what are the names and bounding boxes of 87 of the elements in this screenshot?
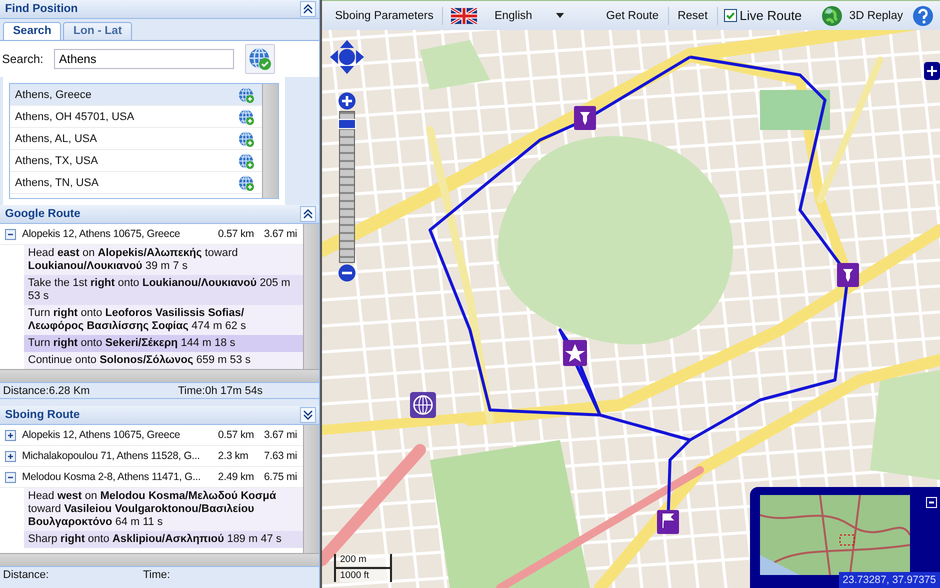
globe-add-icon[interactable] (238, 108, 254, 124)
flag-icon (451, 8, 478, 24)
time-total: Time: (143, 568, 170, 580)
globe-add-icon[interactable] (238, 86, 254, 102)
distance-cell-text: 0.57 km (218, 228, 255, 240)
collapse-icon[interactable] (300, 206, 316, 222)
search-label: Search: (2, 52, 44, 66)
distance-cell-text: 2.49 km (218, 471, 255, 483)
coordinates-label: 23.73287, 37.97375 (838, 572, 940, 588)
globe-add-icon[interactable] (238, 130, 254, 146)
result-item[interactable]: Athens, Greece (10, 84, 262, 106)
pin-marker-icon[interactable] (837, 263, 859, 287)
zoom-in-icon[interactable] (338, 92, 356, 110)
overview-map-drawing[interactable] (760, 495, 910, 575)
route-step[interactable]: Head east on Alopekis/Αλωπεκής toward Loukianou/Λουκιανού 39 m 7 s (24, 245, 303, 275)
replay-button[interactable]: 3D Replay (818, 2, 906, 28)
time-cell-text: 7.63 mi (264, 450, 298, 462)
flag-marker-icon[interactable] (657, 510, 679, 534)
panel-title: Sboing Route (5, 409, 80, 421)
globe-marker-icon[interactable] (410, 392, 436, 418)
time-cell-text: 3.67 mi (264, 228, 298, 240)
vertical-scrollbar[interactable] (303, 425, 319, 553)
expand-row-icon[interactable] (5, 450, 16, 462)
globe-check-icon (248, 47, 272, 71)
result-item[interactable]: Athens, OH 45701, USA (10, 106, 262, 128)
live-route-checkbox[interactable]: Live Route (724, 8, 802, 23)
scale-label: 1000 ft (340, 570, 390, 582)
horizontal-scrollbar[interactable] (0, 553, 319, 566)
route-step[interactable]: Turn right onto Sekeri/Σέκερη 144 m 18 s (24, 335, 303, 352)
collapse-row-icon[interactable] (5, 228, 16, 240)
result-item[interactable]: Athens, AL, USA (10, 128, 262, 150)
address-cell-text: Alopekis 12, Athens 10675, Greece (22, 228, 182, 240)
expand-row-icon[interactable] (5, 430, 16, 440)
globe-add-icon[interactable] (238, 152, 254, 168)
distance-cell-text: 0.57 km (218, 429, 255, 441)
panel-title: Google Route (5, 208, 80, 220)
address-cell-text: Michalakopoulou 71, Athens 11528, G... (22, 450, 201, 462)
route-step[interactable]: Take the 1st right onto Loukianou/Λουκιανού 205 m 53 s (24, 275, 303, 305)
distance-total: Distance:6.28 Km (3, 384, 91, 396)
zoom-slider-thumb[interactable] (338, 119, 356, 129)
vertical-scrollbar[interactable] (262, 84, 278, 198)
vertical-scrollbar[interactable] (303, 224, 319, 369)
address-cell-text: Melodou Kosma 2-8, Athens 11471, G... (22, 471, 202, 483)
minimize-icon[interactable] (926, 497, 937, 508)
route-step[interactable]: Continue onto Solonos/Σόλωνος 659 m 53 s (24, 352, 303, 369)
result-item[interactable]: Athens, TX, USA (10, 150, 262, 172)
star-marker-icon[interactable] (563, 340, 587, 366)
distance-total: Distance: (3, 568, 50, 580)
route-step[interactable]: Turn right onto Leoforos Vasilissis Sofias/Λεωφόρος Βασιλίσσης Σοφίας 474 m 62 s (24, 305, 303, 335)
help-icon[interactable] (912, 4, 934, 26)
address-cell-text: Alopekis 12, Athens 10675, Greece (22, 429, 182, 441)
reset-button[interactable]: Reset (674, 8, 711, 24)
pan-control-icon[interactable] (330, 40, 364, 74)
panel-title: Find Position (5, 3, 78, 15)
result-text: Athens, OH 45701, USA (15, 110, 134, 122)
result-text: Athens, TX, USA (15, 154, 98, 166)
zoom-slider[interactable] (339, 111, 355, 263)
expand-icon[interactable] (300, 407, 316, 423)
route-step[interactable]: Sharp right onto Asklipiou/Ασκληπιού 189 m 47 s (24, 531, 303, 548)
result-text: Athens, Greece (15, 88, 92, 100)
result-text: Athens, TN, USA (15, 176, 99, 188)
result-item[interactable]: Athens, TN, USA (10, 172, 262, 194)
pin-marker-icon[interactable] (574, 106, 596, 130)
checkbox-icon[interactable] (724, 9, 737, 22)
result-text: Athens, AL, USA (15, 132, 97, 144)
globe-add-icon[interactable] (238, 174, 254, 190)
parameters-button[interactable]: Sboing Parameters (332, 8, 436, 24)
caret-icon (556, 13, 564, 18)
layer-switcher-icon[interactable] (924, 62, 940, 80)
collapse-icon[interactable] (300, 1, 316, 17)
tab[interactable]: Search (3, 22, 62, 40)
distance-cell-text: 2.3 km (218, 450, 250, 462)
scale-label: 200 m (340, 554, 390, 566)
get-route-button[interactable]: Get Route (603, 8, 662, 24)
horizontal-scrollbar[interactable] (0, 369, 319, 382)
search-field[interactable]: Athens (54, 49, 234, 69)
tab[interactable]: Lon - Lat (63, 22, 132, 40)
route-step[interactable]: Head west on Melodou Kosma/Μελωδού Κοσμά toward Vasileiou Voulgaroktonou/Βασιλείου Βουλγαροκτόνο 64 m 11 s (24, 488, 303, 531)
globe-icon (821, 4, 844, 26)
time-total: Time:0h 17m 54s (178, 384, 263, 396)
zoom-out-icon[interactable] (338, 264, 356, 282)
time-cell-text: 6.75 mi (264, 471, 298, 483)
street-map-drawing[interactable] (322, 30, 940, 588)
collapse-row-icon[interactable] (5, 472, 16, 482)
search-button[interactable] (245, 44, 275, 74)
language-dropdown[interactable]: English (491, 8, 568, 24)
time-cell-text: 3.67 mi (264, 429, 298, 441)
